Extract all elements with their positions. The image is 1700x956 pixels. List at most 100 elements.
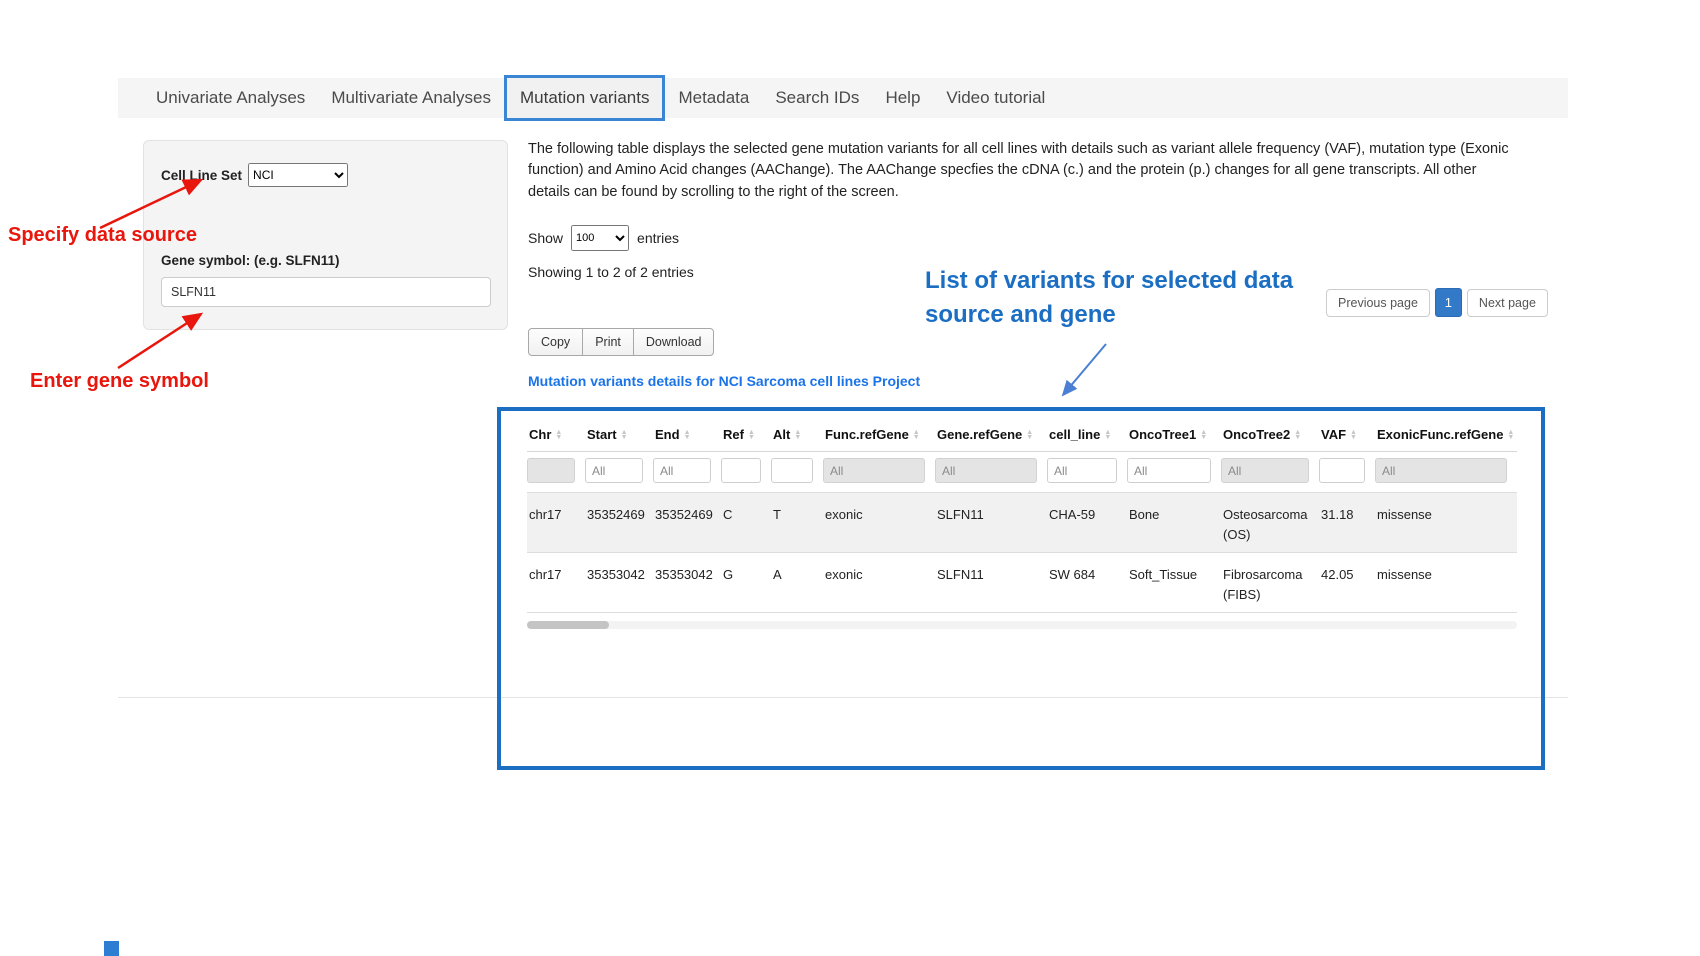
table-cell: SW 684 (1047, 553, 1127, 613)
next-page-button[interactable]: Next page (1467, 289, 1548, 317)
table-cell: chr17 (527, 493, 585, 553)
sort-icon[interactable]: ▲▼ (684, 431, 691, 440)
pagination: Previous page 1 Next page (1326, 288, 1548, 317)
tab-help[interactable]: Help (872, 78, 933, 118)
filter-input-gene-refgene[interactable] (935, 458, 1037, 483)
filter-input-exonicfunc-refgene[interactable] (1375, 458, 1507, 483)
column-header-exonicfunc-refgene[interactable]: ExonicFunc.refGene▲▼ (1375, 421, 1517, 452)
table-cell: 35353042 (585, 553, 653, 613)
sort-icon[interactable]: ▲▼ (1104, 431, 1111, 440)
table-cell: SLFN11 (935, 553, 1047, 613)
column-header-chr[interactable]: Chr ▲▼ (527, 421, 585, 452)
copy-button[interactable]: Copy (528, 328, 583, 356)
gene-symbol-label: Gene symbol: (e.g. SLFN11) (161, 253, 490, 268)
sort-icon[interactable]: ▲▼ (555, 431, 562, 440)
tab-video-tutorial[interactable]: Video tutorial (933, 78, 1058, 118)
main-nav: Univariate Analyses Multivariate Analyse… (118, 78, 1568, 118)
column-label: Alt (773, 427, 790, 442)
column-header-alt[interactable]: Alt ▲▼ (771, 421, 823, 452)
table-cell: Bone (1127, 493, 1221, 553)
input-panel: Cell Line Set NCI Gene symbol: (e.g. SLF… (143, 140, 508, 330)
bottom-left-blue-element (104, 941, 119, 956)
scrollbar-thumb[interactable] (527, 621, 609, 629)
sort-icon[interactable]: ▲▼ (1350, 431, 1357, 440)
filter-input-oncotree2[interactable] (1221, 458, 1309, 483)
table-cell: Soft_Tissue (1127, 553, 1221, 613)
tab-mutation-variants[interactable]: Mutation variants (504, 75, 665, 121)
gene-symbol-input[interactable] (161, 277, 491, 307)
table-cell: A (771, 553, 823, 613)
sort-icon[interactable]: ▲▼ (1507, 431, 1514, 440)
column-header-ref[interactable]: Ref ▲▼ (721, 421, 771, 452)
tab-metadata[interactable]: Metadata (665, 78, 762, 118)
column-label: Ref (723, 427, 744, 442)
annotation-enter-gene-symbol: Enter gene symbol (30, 370, 209, 393)
table-cell: 31.18 (1319, 493, 1375, 553)
table-cell: 35352469 (585, 493, 653, 553)
table-cell: T (771, 493, 823, 553)
annotation-specify-data-source: Specify data source (8, 224, 197, 247)
tab-univariate-analyses[interactable]: Univariate Analyses (143, 78, 318, 118)
sort-icon[interactable]: ▲▼ (1200, 431, 1207, 440)
entries-label: entries (637, 230, 679, 246)
column-header-vaf[interactable]: VAF▲▼ (1319, 421, 1375, 452)
entries-count-select[interactable]: 100 (571, 225, 629, 251)
print-button[interactable]: Print (582, 328, 634, 356)
table-cell: missense (1375, 553, 1517, 613)
column-header-oncotree1[interactable]: OncoTree1 ▲▼ (1127, 421, 1221, 452)
table-row[interactable]: chr173535246935352469CTexonicSLFN11CHA-5… (527, 493, 1517, 553)
filter-input-start[interactable] (585, 458, 643, 483)
column-header-oncotree2[interactable]: OncoTree2 ▲▼ (1221, 421, 1319, 452)
sort-icon[interactable]: ▲▼ (748, 431, 755, 440)
sort-icon[interactable]: ▲▼ (621, 431, 628, 440)
column-label: cell_line (1049, 427, 1100, 442)
table-cell: chr17 (527, 553, 585, 613)
sort-icon[interactable]: ▲▼ (794, 431, 801, 440)
column-label: Func.refGene (825, 427, 909, 442)
table-cell: missense (1375, 493, 1517, 553)
table-header-row: Chr▲▼Start▲▼End▲▼Ref▲▼Alt▲▼Func.refGene▲… (527, 421, 1517, 452)
column-label: Start (587, 427, 617, 442)
filter-input-func-refgene[interactable] (823, 458, 925, 483)
table-body: chr173535246935352469CTexonicSLFN11CHA-5… (527, 493, 1517, 613)
table-title-link[interactable]: Mutation variants details for NCI Sarcom… (528, 373, 920, 389)
column-label: Chr (529, 427, 551, 442)
column-header-start[interactable]: Start ▲▼ (585, 421, 653, 452)
sort-icon[interactable]: ▲▼ (913, 431, 920, 440)
filter-input-ref[interactable] (721, 458, 761, 483)
sort-icon[interactable]: ▲▼ (1294, 431, 1301, 440)
filter-input-alt[interactable] (771, 458, 813, 483)
table-cell: 42.05 (1319, 553, 1375, 613)
column-header-end[interactable]: End▲▼ (653, 421, 721, 452)
filter-input-vaf[interactable] (1319, 458, 1365, 483)
filter-input-chr[interactable] (527, 458, 575, 483)
column-header-func-refgene[interactable]: Func.refGene ▲▼ (823, 421, 935, 452)
tab-search-ids[interactable]: Search IDs (762, 78, 872, 118)
cell-line-set-label: Cell Line Set (161, 168, 242, 183)
table-horizontal-scrollbar[interactable] (527, 621, 1517, 629)
table-cell: exonic (823, 553, 935, 613)
column-label: OncoTree1 (1129, 427, 1196, 442)
export-button-group: Copy Print Download (528, 328, 714, 356)
table-description: The following table displays the selecte… (528, 139, 1522, 203)
table-cell: G (721, 553, 771, 613)
show-label: Show (528, 230, 563, 246)
filter-input-oncotree1[interactable] (1127, 458, 1211, 483)
filter-input-cell-line[interactable] (1047, 458, 1117, 483)
previous-page-button[interactable]: Previous page (1326, 289, 1430, 317)
column-header-gene-refgene[interactable]: Gene.refGene▲▼ (935, 421, 1047, 452)
column-label: OncoTree2 (1223, 427, 1290, 442)
download-button[interactable]: Download (633, 328, 715, 356)
table-cell: SLFN11 (935, 493, 1047, 553)
page-number-button[interactable]: 1 (1435, 288, 1462, 317)
showing-entries-status: Showing 1 to 2 of 2 entries (528, 264, 694, 280)
cell-line-set-select[interactable]: NCI (248, 163, 348, 187)
sort-icon[interactable]: ▲▼ (1026, 431, 1033, 440)
table-cell: Fibrosarcoma (FIBS) (1221, 553, 1319, 613)
column-header-cell-line[interactable]: cell_line ▲▼ (1047, 421, 1127, 452)
filter-input-end[interactable] (653, 458, 711, 483)
tab-multivariate-analyses[interactable]: Multivariate Analyses (318, 78, 504, 118)
table-row[interactable]: chr173535304235353042GAexonicSLFN11SW 68… (527, 553, 1517, 613)
arrow-list-of-variants (1063, 344, 1106, 395)
show-entries-control: Show 100 entries (528, 225, 679, 251)
